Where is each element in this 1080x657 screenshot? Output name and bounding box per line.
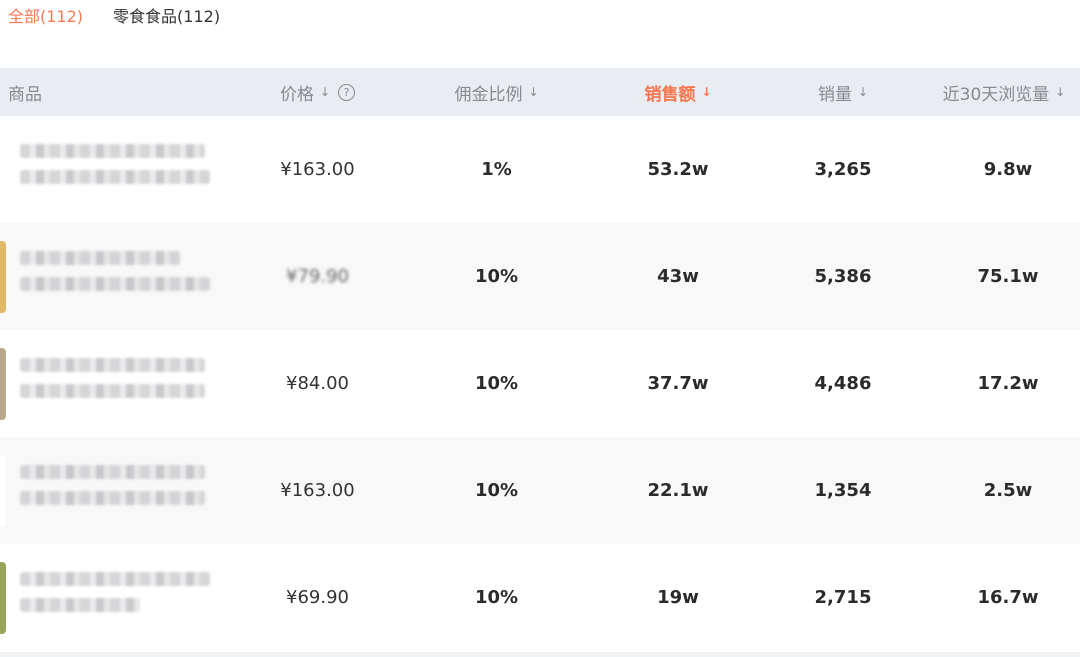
help-icon[interactable]: ? <box>338 83 356 101</box>
sales-amount-cell: 19w <box>657 587 699 608</box>
column-product-label: 商品 <box>8 84 42 105</box>
sales-volume-cell: 1,354 <box>814 480 872 501</box>
column-views-30d[interactable]: 近30天浏览量 ↓ <box>918 68 1080 116</box>
views-30d-cell: 16.7w <box>977 587 1039 608</box>
sales-volume-cell: 5,386 <box>814 266 872 287</box>
commission-cell: 10% <box>474 373 519 394</box>
sales-amount-cell: 53.2w <box>647 159 709 180</box>
table-row[interactable]: ¥163.00 1% 53.2w 3,265 9.8w <box>0 116 1080 223</box>
views-30d-cell: 9.8w <box>983 159 1033 180</box>
sales-volume-cell: 3,265 <box>814 159 872 180</box>
price-cell: ¥84.00 <box>286 373 349 394</box>
views-30d-cell: 2.5w <box>983 480 1033 501</box>
sort-arrow-icon: ↓ <box>1055 85 1066 99</box>
price-cell: ¥163.00 <box>280 159 355 180</box>
column-price-label: 价格 <box>279 84 314 105</box>
column-commission[interactable]: 佣金比例 ↓ <box>405 68 588 116</box>
commission-cell: 10% <box>474 266 519 287</box>
table-row[interactable]: ¥69.90 10% 19w 2,715 16.7w <box>0 544 1080 651</box>
price-cell: ¥163.00 <box>280 480 355 501</box>
sales-volume-cell: 2,715 <box>814 587 872 608</box>
column-product: 商品 <box>8 68 42 116</box>
column-sales-volume-label: 销量 <box>817 84 852 105</box>
product-name-blurred[interactable] <box>20 465 220 517</box>
tab-snacks-food[interactable]: 零食食品(112) <box>113 3 220 27</box>
product-thumbnail[interactable] <box>0 455 6 527</box>
product-thumbnail[interactable] <box>0 241 6 313</box>
sales-amount-cell: 43w <box>657 266 699 287</box>
product-name-blurred[interactable] <box>20 144 220 196</box>
category-tabs: 全部(112) 零食食品(112) <box>8 0 220 30</box>
table-row[interactable]: ¥84.00 10% 37.7w 4,486 17.2w <box>0 330 1080 437</box>
commission-cell: 10% <box>474 587 519 608</box>
price-cell: ¥69.90 <box>286 587 349 608</box>
sort-arrow-icon: ↓ <box>319 85 331 99</box>
column-price[interactable]: 价格 ↓ ? <box>230 68 405 116</box>
column-sales-amount[interactable]: 销售额 ↓ <box>588 68 768 116</box>
column-views-30d-label: 近30天浏览量 <box>942 84 1050 105</box>
product-name-blurred[interactable] <box>20 251 220 303</box>
views-30d-cell: 75.1w <box>977 266 1039 287</box>
product-name-blurred[interactable] <box>20 572 220 624</box>
price-cell: ¥79.90 <box>286 266 349 287</box>
column-sales-amount-label: 销售额 <box>644 84 696 105</box>
table-header: 商品 价格 ↓ ? 佣金比例 ↓ 销售额 ↓ 销量 ↓ 近30天浏览量 ↓ <box>0 68 1080 116</box>
tab-all[interactable]: 全部(112) <box>8 3 83 27</box>
table-row[interactable]: ¥79.90 10% 43w 5,386 75.1w <box>0 223 1080 330</box>
commission-cell: 10% <box>474 480 519 501</box>
table-bottom-divider <box>0 652 1080 657</box>
column-sales-volume[interactable]: 销量 ↓ <box>768 68 918 116</box>
sales-amount-cell: 22.1w <box>647 480 709 501</box>
sort-arrow-icon: ↓ <box>701 85 712 99</box>
sort-arrow-icon: ↓ <box>528 85 539 99</box>
product-thumbnail[interactable] <box>0 134 6 206</box>
column-commission-label: 佣金比例 <box>454 84 523 105</box>
sales-amount-cell: 37.7w <box>647 373 709 394</box>
product-thumbnail[interactable] <box>0 562 6 634</box>
product-thumbnail[interactable] <box>0 348 6 420</box>
commission-cell: 1% <box>481 159 512 180</box>
sort-arrow-icon: ↓ <box>857 85 869 99</box>
table-row[interactable]: ¥163.00 10% 22.1w 1,354 2.5w <box>0 437 1080 544</box>
views-30d-cell: 17.2w <box>977 373 1039 394</box>
sales-volume-cell: 4,486 <box>814 373 872 394</box>
product-name-blurred[interactable] <box>20 358 220 410</box>
